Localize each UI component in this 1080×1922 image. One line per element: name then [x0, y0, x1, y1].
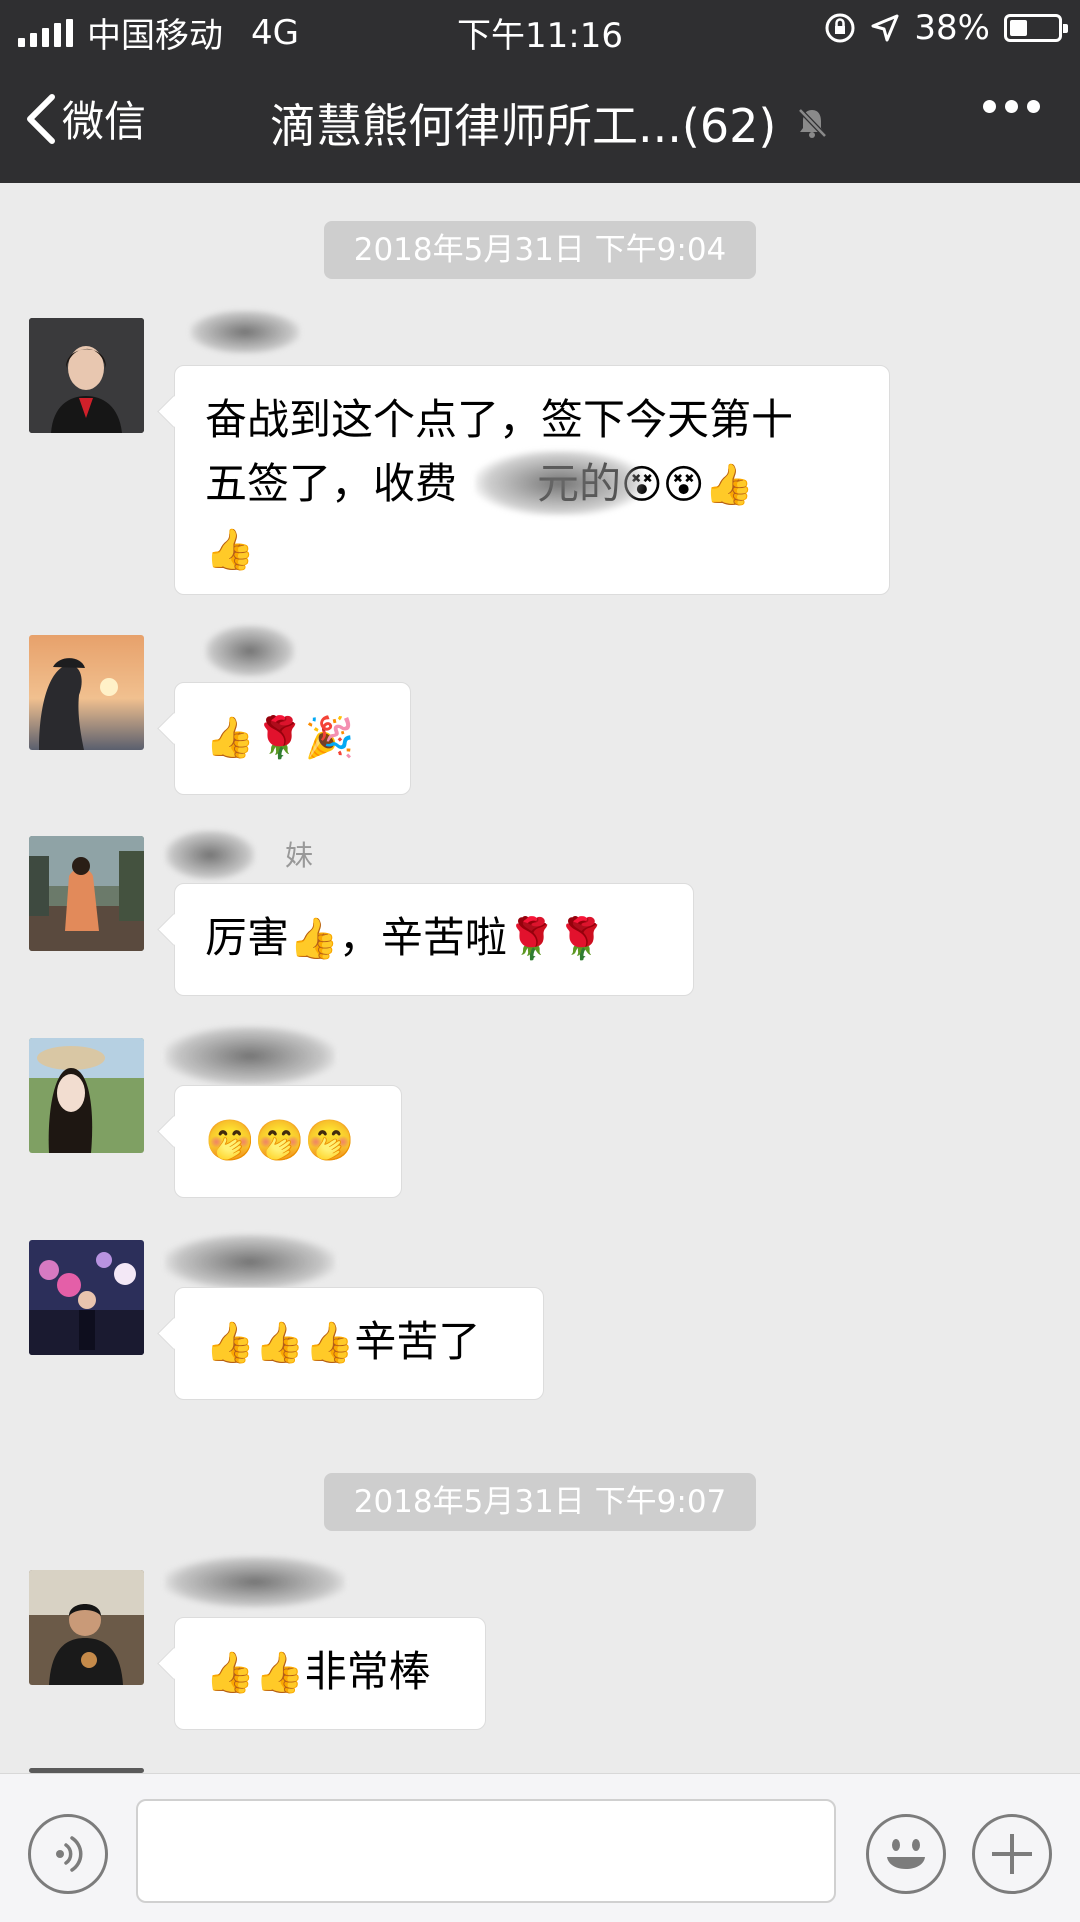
timestamp: 2018年5月31日 下午9:04 [324, 221, 756, 279]
back-button[interactable]: 微信 [24, 88, 146, 149]
mute-bell-icon [798, 108, 828, 138]
blurred-nickname [165, 830, 255, 880]
emoji: 👍👍👍 [205, 1320, 355, 1366]
battery-icon [1004, 14, 1068, 42]
emoji-icon [887, 1839, 925, 1869]
message-bubble[interactable]: 厉害👍，辛苦啦🌹🌹 [174, 883, 694, 996]
voice-button[interactable] [28, 1814, 108, 1894]
avatar[interactable] [29, 1570, 144, 1685]
message-text: 五签了，收费 [205, 459, 458, 508]
avatar[interactable] [29, 1240, 144, 1355]
back-chevron-icon [27, 93, 55, 144]
nickname [175, 1238, 295, 1278]
message-bubble[interactable]: 👍👍👍辛苦了 [174, 1287, 544, 1400]
emoji: 👍 [205, 527, 255, 573]
message-text: ，辛苦啦 [338, 913, 507, 962]
nickname [175, 1568, 295, 1608]
avatar-photo [29, 836, 144, 951]
add-icon [992, 1834, 1032, 1874]
avatar[interactable] [29, 635, 144, 750]
blurred-nickname [190, 310, 300, 354]
avatar-photo [29, 318, 144, 433]
avatar[interactable] [29, 1038, 144, 1153]
voice-icon [56, 1836, 83, 1872]
emoji: 🌹🌹 [506, 916, 607, 962]
message-text: 厉害 [205, 913, 290, 962]
chat-title-text: 滴慧熊何律师所工...(62) [270, 99, 777, 153]
chat-area[interactable]: 2018年5月31日 下午9:04 奋战到这个点了，签下今天第十 五签了，收费元… [0, 183, 1080, 1773]
message-bubble[interactable]: 奋战到这个点了，签下今天第十 五签了，收费元的😵😵👍 👍 [174, 365, 890, 595]
status-bar: 中国移动 4G 下午11:16 38% [0, 0, 1080, 60]
add-button[interactable] [972, 1814, 1052, 1894]
more-icon[interactable] [983, 100, 1040, 113]
message-bubble[interactable]: 👍🌹🎉 [174, 682, 411, 795]
nickname [175, 1036, 295, 1076]
avatar-photo [29, 635, 144, 750]
message-bubble[interactable]: 🤭🤭🤭 [174, 1085, 402, 1198]
nickname: 妹 [285, 839, 314, 872]
message-input[interactable] [136, 1799, 836, 1903]
message-text: 奋战到这个点了，签下今天第十 [205, 395, 794, 444]
emoji-button[interactable] [866, 1814, 946, 1894]
message-text: 非常棒 [304, 1647, 431, 1696]
emoji: 👍 [289, 916, 339, 962]
input-bar [0, 1773, 1080, 1922]
emoji: 👍👍 [205, 1650, 305, 1696]
location-arrow-icon [871, 14, 899, 42]
battery-percent: 38% [914, 8, 990, 48]
timestamp: 2018年5月31日 下午9:07 [324, 1473, 756, 1531]
top-header: 中国移动 4G 下午11:16 38% 微信 滴慧熊何律师所工...(62) [0, 0, 1080, 183]
message-bubble[interactable]: 👍👍非常棒 [174, 1617, 486, 1730]
message-text: 辛苦了 [354, 1317, 481, 1366]
clock: 下午11:16 [457, 16, 623, 56]
back-label: 微信 [62, 97, 147, 146]
chat-title: 滴慧熊何律师所工...(62) [270, 90, 830, 156]
avatar[interactable] [29, 836, 144, 951]
blurred-amount [475, 450, 645, 516]
blurred-nickname [205, 625, 295, 677]
avatar[interactable] [29, 318, 144, 433]
avatar-photo [29, 1570, 144, 1685]
avatar-photo [29, 1240, 144, 1355]
avatar-photo [29, 1038, 144, 1153]
rotation-lock-icon [825, 13, 855, 43]
emoji: 🤭🤭🤭 [205, 1118, 355, 1164]
emoji: 👍🌹🎉 [205, 715, 355, 761]
navigation-bar: 微信 滴慧熊何律师所工...(62) [0, 80, 1080, 160]
